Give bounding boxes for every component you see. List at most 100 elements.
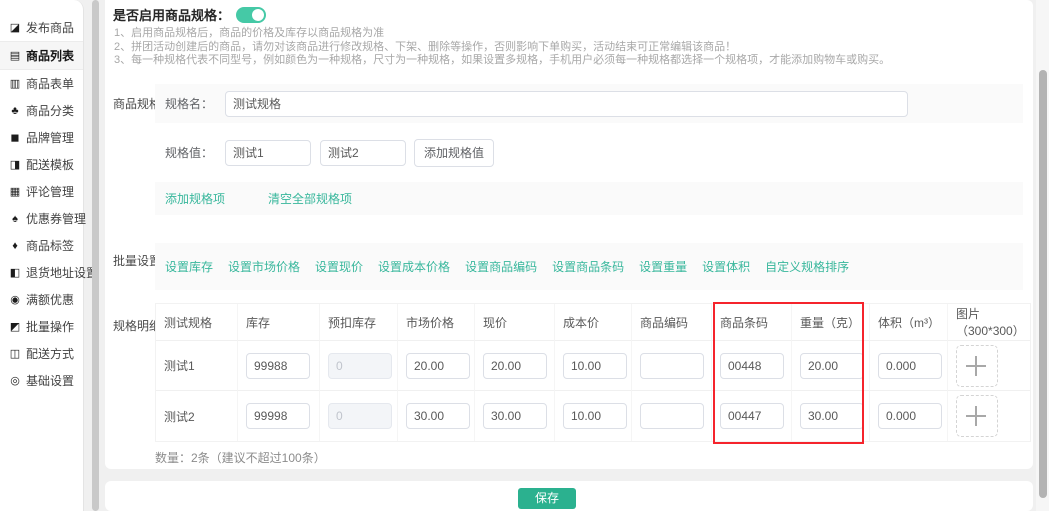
truck-icon: ◨ — [9, 158, 21, 171]
stock-cell — [238, 341, 320, 391]
tag-icon: ♦ — [9, 240, 21, 252]
batch-setting-link[interactable]: 设置商品编码 — [465, 258, 537, 275]
image-upload-plus-icon[interactable] — [956, 395, 998, 437]
batch-setting-link[interactable]: 设置现价 — [315, 258, 363, 275]
spec-name-cell: 测试2 — [156, 391, 238, 441]
sidebar-item-label: 品牌管理 — [26, 129, 74, 146]
gear-icon: ◎ — [9, 374, 21, 387]
page-scrollbar-thumb[interactable] — [1039, 70, 1047, 498]
sidebar-item-label: 退货地址设置 — [26, 264, 98, 281]
table-header-cell: 预扣库存 — [320, 304, 398, 341]
product-code-input[interactable] — [640, 353, 704, 379]
batch-setting-link[interactable]: 设置库存 — [165, 258, 213, 275]
market-cell — [398, 391, 475, 441]
cost-price-input[interactable] — [563, 403, 627, 429]
spec-value-input[interactable] — [225, 140, 311, 166]
detail-section-label: 规格明细 — [113, 317, 161, 334]
sidebar-item-goods-list[interactable]: ▤商品列表 — [0, 41, 83, 70]
product-code-input[interactable] — [640, 403, 704, 429]
batch-setting-link[interactable]: 设置市场价格 — [228, 258, 300, 275]
sidebar-item-publish-goods[interactable]: ◪发布商品 — [0, 14, 83, 41]
stock-cell — [238, 391, 320, 441]
discount-icon: ◉ — [9, 293, 21, 306]
cost-price-input[interactable] — [563, 353, 627, 379]
sidebar-item-batch-operation[interactable]: ◩批量操作 — [0, 313, 83, 340]
batch-setting-link[interactable]: 设置体积 — [702, 258, 750, 275]
sidebar-item-goods-form[interactable]: ▥商品表单 — [0, 70, 83, 97]
weight-input[interactable] — [800, 353, 864, 379]
sidebar-item-return-address[interactable]: ◧退货地址设置 — [0, 259, 83, 286]
coupon-icon: ♠ — [9, 213, 21, 225]
barcode-input[interactable] — [720, 353, 784, 379]
batch-setting-link[interactable]: 设置商品条码 — [552, 258, 624, 275]
category-tree-icon: ♣ — [9, 105, 21, 117]
price-cell — [475, 391, 555, 441]
sidebar-item-delivery-template[interactable]: ◨配送模板 — [0, 151, 83, 178]
spec-value-label: 规格值： — [165, 144, 213, 161]
sidebar-item-delivery-method[interactable]: ◫配送方式 — [0, 340, 83, 367]
reserved-stock-input — [328, 403, 392, 429]
weight-cell — [792, 391, 870, 441]
spec-help-notes: 1、启用商品规格后，商品的价格及库存以商品规格为准 2、拼团活动创建后的商品，请… — [114, 27, 890, 68]
table-row: 测试1 — [156, 341, 1030, 391]
sidebar-item-label: 优惠券管理 — [26, 210, 86, 227]
sidebar-item-basic-settings[interactable]: ◎基础设置 — [0, 367, 83, 394]
spec-name-label: 规格名： — [165, 95, 213, 112]
sidebar-item-review-manage[interactable]: ▦评论管理 — [0, 178, 83, 205]
batch-setting-link[interactable]: 设置重量 — [639, 258, 687, 275]
table-header-cell: 现价 — [475, 304, 555, 341]
stock-input[interactable] — [246, 353, 310, 379]
spec-values-row: 规格值： 添加规格值 — [155, 123, 1023, 182]
enable-spec-label: 是否启用商品规格： — [113, 5, 230, 24]
code-cell — [632, 341, 712, 391]
reserved-stock-input — [328, 353, 392, 379]
main-panel: 是否启用商品规格： 1、启用商品规格后，商品的价格及库存以商品规格为准 2、拼团… — [105, 0, 1033, 469]
spec-value-input[interactable] — [320, 140, 406, 166]
sidebar-item-label: 评论管理 — [26, 183, 74, 200]
table-header-cell: 重量（克） — [792, 304, 870, 341]
market-price-input[interactable] — [406, 353, 470, 379]
barcode-cell — [712, 341, 792, 391]
table-header-cell: 体积（m³） — [870, 304, 948, 341]
save-button[interactable]: 保存 — [518, 488, 576, 509]
stock-input[interactable] — [246, 403, 310, 429]
table-header-row: 测试规格库存预扣库存市场价格现价成本价商品编码商品条码重量（克）体积（m³）图片… — [156, 304, 1030, 341]
weight-input[interactable] — [800, 403, 864, 429]
add-spec-value-button[interactable]: 添加规格值 — [414, 139, 494, 167]
footer-bar: 保存 — [105, 481, 1033, 511]
batch-setting-link[interactable]: 自定义规格排序 — [765, 258, 849, 275]
sidebar-item-goods-tags[interactable]: ♦商品标签 — [0, 232, 83, 259]
sidebar-item-goods-category[interactable]: ♣商品分类 — [0, 97, 83, 124]
sidebar-item-label: 批量操作 — [26, 318, 74, 335]
sidebar-item-coupon-manage[interactable]: ♠ 优惠券管理 — [0, 205, 83, 232]
sidebar-item-brand-manage[interactable]: ◼品牌管理 — [0, 124, 83, 151]
spec-detail-table: 测试规格库存预扣库存市场价格现价成本价商品编码商品条码重量（克）体积（m³）图片… — [155, 303, 1031, 442]
sidebar-item-label: 商品表单 — [26, 75, 74, 92]
batch-section-label: 批量设置 — [113, 252, 161, 269]
add-spec-item-link[interactable]: 添加规格项 — [165, 190, 225, 207]
spec-links-row: 添加规格项 清空全部规格项 — [155, 182, 1023, 215]
spec-name-row: 规格名： — [155, 84, 1023, 123]
volume-input[interactable] — [878, 403, 942, 429]
batch-setting-link[interactable]: 设置成本价格 — [378, 258, 450, 275]
barcode-input[interactable] — [720, 403, 784, 429]
page-scrollbar-track[interactable] — [1036, 0, 1049, 511]
spec-name-input[interactable] — [225, 91, 908, 117]
sidebar: ◪发布商品▤商品列表▥商品表单♣商品分类◼品牌管理◨配送模板▦评论管理 ♠ 优惠券管… — [0, 0, 84, 511]
table-header-cell: 成本价 — [555, 304, 632, 341]
price-input[interactable] — [483, 353, 547, 379]
row-count-note: 数量：2条（建议不超过100条） — [155, 449, 326, 466]
price-input[interactable] — [483, 403, 547, 429]
sidebar-item-label: 发布商品 — [26, 19, 74, 36]
sidebar-scrollbar[interactable] — [92, 0, 99, 511]
enable-spec-toggle[interactable] — [236, 7, 266, 23]
enable-spec-row: 是否启用商品规格： — [113, 5, 266, 24]
clear-all-spec-link[interactable]: 清空全部规格项 — [268, 190, 352, 207]
market-price-input[interactable] — [406, 403, 470, 429]
batch-settings-row: 设置库存设置市场价格设置现价设置成本价格设置商品编码设置商品条码设置重量设置体积… — [155, 243, 1023, 290]
sidebar-item-full-discount[interactable]: ◉满额优惠 — [0, 286, 83, 313]
table-header-cell: 商品条码 — [712, 304, 792, 341]
spec-name-cell: 测试1 — [156, 341, 238, 391]
volume-input[interactable] — [878, 353, 942, 379]
image-upload-plus-icon[interactable] — [956, 345, 998, 387]
